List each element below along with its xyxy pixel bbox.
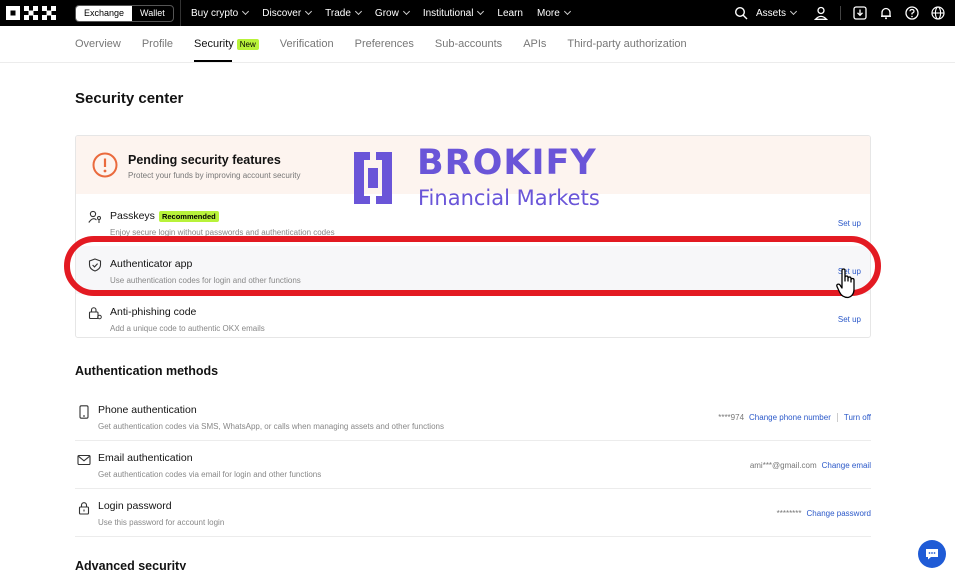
divider [840,6,841,20]
anti-phishing-icon [88,307,102,320]
nav-trade[interactable]: Trade [325,7,362,19]
anti-phishing-title: Anti-phishing code [110,306,197,318]
advanced-security-title: Advanced security [75,559,187,570]
change-email-link[interactable]: Change email [822,461,871,470]
email-auth-title: Email authentication [98,452,193,464]
phone-icon [79,405,89,419]
list-item: Email authentication Get authentication … [75,441,871,489]
login-password-actions: ******** Change password [777,509,871,518]
tab-security[interactable]: Security New [194,26,259,62]
change-phone-link[interactable]: Change phone number [749,413,831,422]
divider [0,62,955,63]
chevron-down-icon [242,7,250,16]
globe-icon[interactable] [931,6,945,20]
account-tabs: Overview Profile Security New Verificatio… [75,26,875,62]
tab-third-party-authorization[interactable]: Third-party authorization [567,26,686,62]
bell-icon[interactable] [879,6,893,20]
auth-methods-title: Authentication methods [75,364,219,378]
okx-logo[interactable] [6,6,58,20]
login-password-subtitle: Use this password for account login [98,518,225,527]
highlight-ring [64,236,881,296]
turn-off-link[interactable]: Turn off [844,413,871,422]
email-auth-subtitle: Get authentication codes via email for l… [98,470,322,479]
nav-discover[interactable]: Discover [262,7,313,19]
list-item: Login password Use this password for acc… [75,489,871,537]
download-icon[interactable] [853,6,867,20]
anti-phishing-setup-link[interactable]: Set up [838,315,861,324]
brokify-logo-mark [354,152,392,204]
exchange-wallet-toggle: Exchange Wallet [75,5,174,22]
pending-title: Pending security features [128,153,281,167]
chevron-down-icon [563,7,571,16]
wallet-toggle[interactable]: Wallet [132,6,173,21]
exchange-toggle[interactable]: Exchange [76,6,133,21]
nav-buy-crypto[interactable]: Buy crypto [191,7,250,19]
nav-right-group: Assets [722,0,945,26]
list-item: Phone authentication Get authentication … [75,393,871,441]
new-badge: New [236,38,259,50]
tab-overview[interactable]: Overview [75,26,121,62]
phone-auth-subtitle: Get authentication codes via SMS, WhatsA… [98,422,444,431]
tab-profile[interactable]: Profile [142,26,173,62]
main-menu: Buy crypto Discover Trade Grow Instituti… [180,0,584,26]
phone-auth-actions: ****974 Change phone number Turn off [718,413,871,422]
divider [836,413,838,422]
passkey-icon [88,210,101,223]
chevron-down-icon [402,7,410,16]
change-password-link[interactable]: Change password [807,509,871,518]
chevron-down-icon [305,7,313,16]
list-item: Anti-phishing code Add a unique code to … [76,294,870,337]
chevron-down-icon [789,7,798,16]
assets-menu[interactable]: Assets [756,7,798,19]
email-auth-actions: ami***@gmail.com Change email [750,461,871,470]
hand-cursor-icon [836,268,855,299]
tab-sub-accounts[interactable]: Sub-accounts [435,26,502,62]
passkeys-setup-link[interactable]: Set up [838,219,861,228]
anti-phishing-subtitle: Add a unique code to authentic OKX email… [110,324,265,333]
top-nav: Exchange Wallet Buy crypto Discover Trad… [0,0,955,26]
login-password-title: Login password [98,500,172,512]
search-icon[interactable] [734,6,748,20]
nav-learn[interactable]: Learn [497,8,523,19]
chat-support-button[interactable] [918,540,946,568]
chevron-down-icon [354,7,362,16]
recommended-badge: Recommended [158,210,219,222]
nav-institutional[interactable]: Institutional [423,7,485,19]
tab-apis[interactable]: APIs [523,26,546,62]
brokify-tagline: Financial Markets [418,186,600,210]
masked-password: ******** [776,509,802,518]
nav-more[interactable]: More [537,7,571,19]
pending-subtitle: Protect your funds by improving account … [128,171,301,180]
help-icon[interactable] [905,6,919,20]
page-title: Security center [75,90,184,107]
lock-icon [78,502,90,515]
phone-auth-title: Phone authentication [98,404,197,416]
nav-grow[interactable]: Grow [375,7,410,19]
masked-email: ami***@gmail.com [749,461,817,470]
tab-verification[interactable]: Verification [280,26,334,62]
user-icon[interactable] [814,6,828,20]
email-icon [77,454,91,466]
brokify-name: BROKIFY [417,143,597,183]
chevron-down-icon [477,7,485,16]
tab-preferences[interactable]: Preferences [355,26,414,62]
masked-phone: ****974 [718,413,745,422]
passkeys-title: Passkeys Recommended [110,210,219,222]
chat-icon [926,549,938,560]
warning-icon [92,152,118,178]
